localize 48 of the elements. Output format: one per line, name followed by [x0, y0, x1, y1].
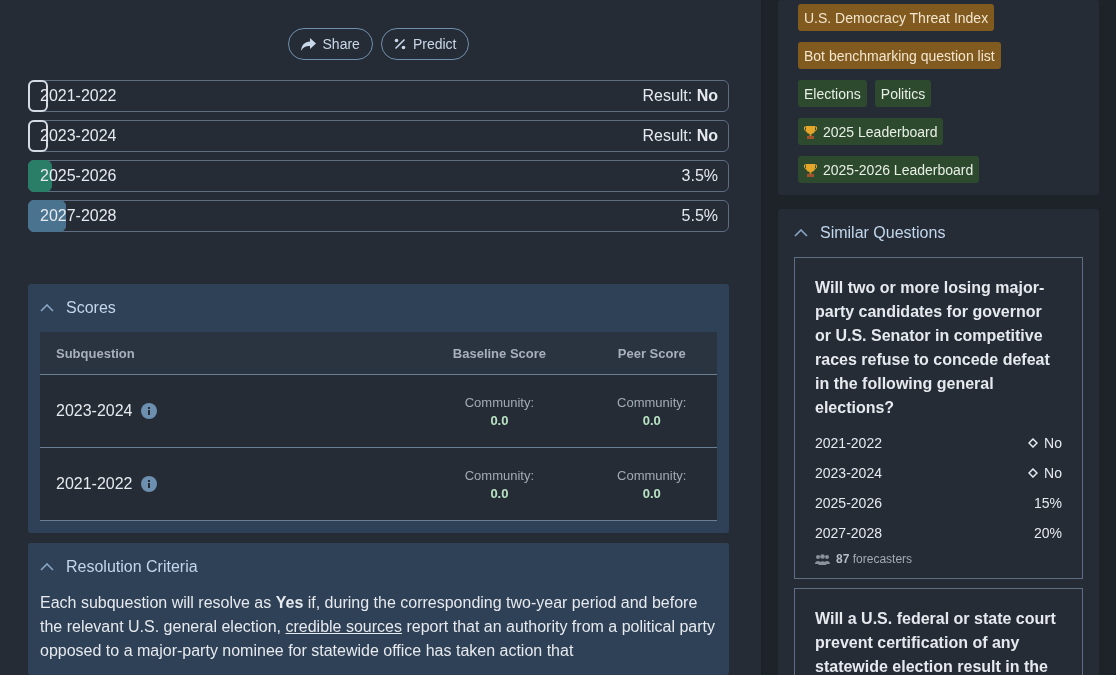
question-card[interactable]	[794, 257, 1083, 579]
table-cell: 2023-2024	[56, 402, 133, 420]
tag[interactable]: 2025 Leaderboard	[798, 118, 944, 145]
option-label: 2025-2026	[815, 495, 882, 511]
result-text: Result: No	[642, 87, 718, 105]
trophy-icon	[804, 162, 817, 177]
section-title[interactable]: Resolution Criteria	[66, 558, 198, 576]
table-cell: Community: 0.0	[586, 447, 717, 521]
subquestion-label: 2027-2028	[39, 207, 117, 225]
diamond-icon	[1028, 468, 1039, 478]
tag[interactable]: Bot benchmarking question list	[798, 42, 1001, 69]
criteria-paragraph: Each subquestion will resolve as Yes if, during the corresponding two-year period and before the relevant U.S. general election, credible sources report that an authority from a political party opposed to a major-party nominee for statewide office has taken action that	[40, 593, 717, 661]
table-cell: 2021-2022	[56, 475, 133, 493]
result-text: Result: No	[642, 127, 718, 145]
probability-value: 3.5%	[681, 167, 718, 185]
tag[interactable]: Elections	[798, 80, 867, 107]
forecasters-count: 87 forecasters	[836, 552, 913, 566]
table-cell: Community: 0.0	[412, 447, 587, 521]
option-value: 20%	[1033, 525, 1062, 541]
credible-sources-link[interactable]: credible sources	[285, 618, 402, 635]
probability-value: 5.5%	[681, 207, 718, 225]
option-label: 2027-2028	[815, 525, 882, 541]
column-header: Subquestion	[40, 332, 413, 375]
section-title[interactable]: Similar Questions	[820, 224, 946, 242]
info-icon[interactable]	[140, 476, 157, 492]
percent-icon	[393, 38, 406, 50]
info-icon[interactable]	[140, 403, 157, 419]
option-value: No	[1044, 435, 1062, 451]
section-title[interactable]: Scores	[66, 299, 116, 317]
subquestion-label: 2025-2026	[39, 167, 117, 185]
option-label: 2023-2024	[815, 465, 882, 481]
people-icon	[815, 553, 830, 565]
option-label: 2021-2022	[815, 435, 882, 451]
tag[interactable]: U.S. Democracy Threat Index	[798, 4, 995, 31]
table-cell: Community: 0.0	[586, 374, 717, 448]
share-icon	[300, 37, 316, 51]
column-header: Baseline Score	[412, 332, 587, 375]
option-value: 15%	[1033, 495, 1062, 511]
tag[interactable]: Politics	[874, 80, 932, 107]
table-cell: Community: 0.0	[412, 374, 587, 448]
trophy-icon	[804, 124, 817, 139]
column-header: Peer Score	[586, 332, 717, 375]
tag[interactable]: 2025-2026 Leaderboard	[798, 156, 980, 183]
question-title[interactable]: Will a U.S. federal or state court prevent certification of any statewide election result in the	[815, 607, 1062, 675]
question-card[interactable]: Will a U.S. federal or state court prevent certification of any statewide election result in the	[794, 588, 1083, 675]
diamond-icon	[1028, 438, 1039, 448]
option-value: No	[1044, 465, 1062, 481]
question-title[interactable]: Will two or more losing major-party candidates for governor or U.S. Senator in competitive races refuse to concede defeat in the following general elections?	[815, 276, 1062, 420]
